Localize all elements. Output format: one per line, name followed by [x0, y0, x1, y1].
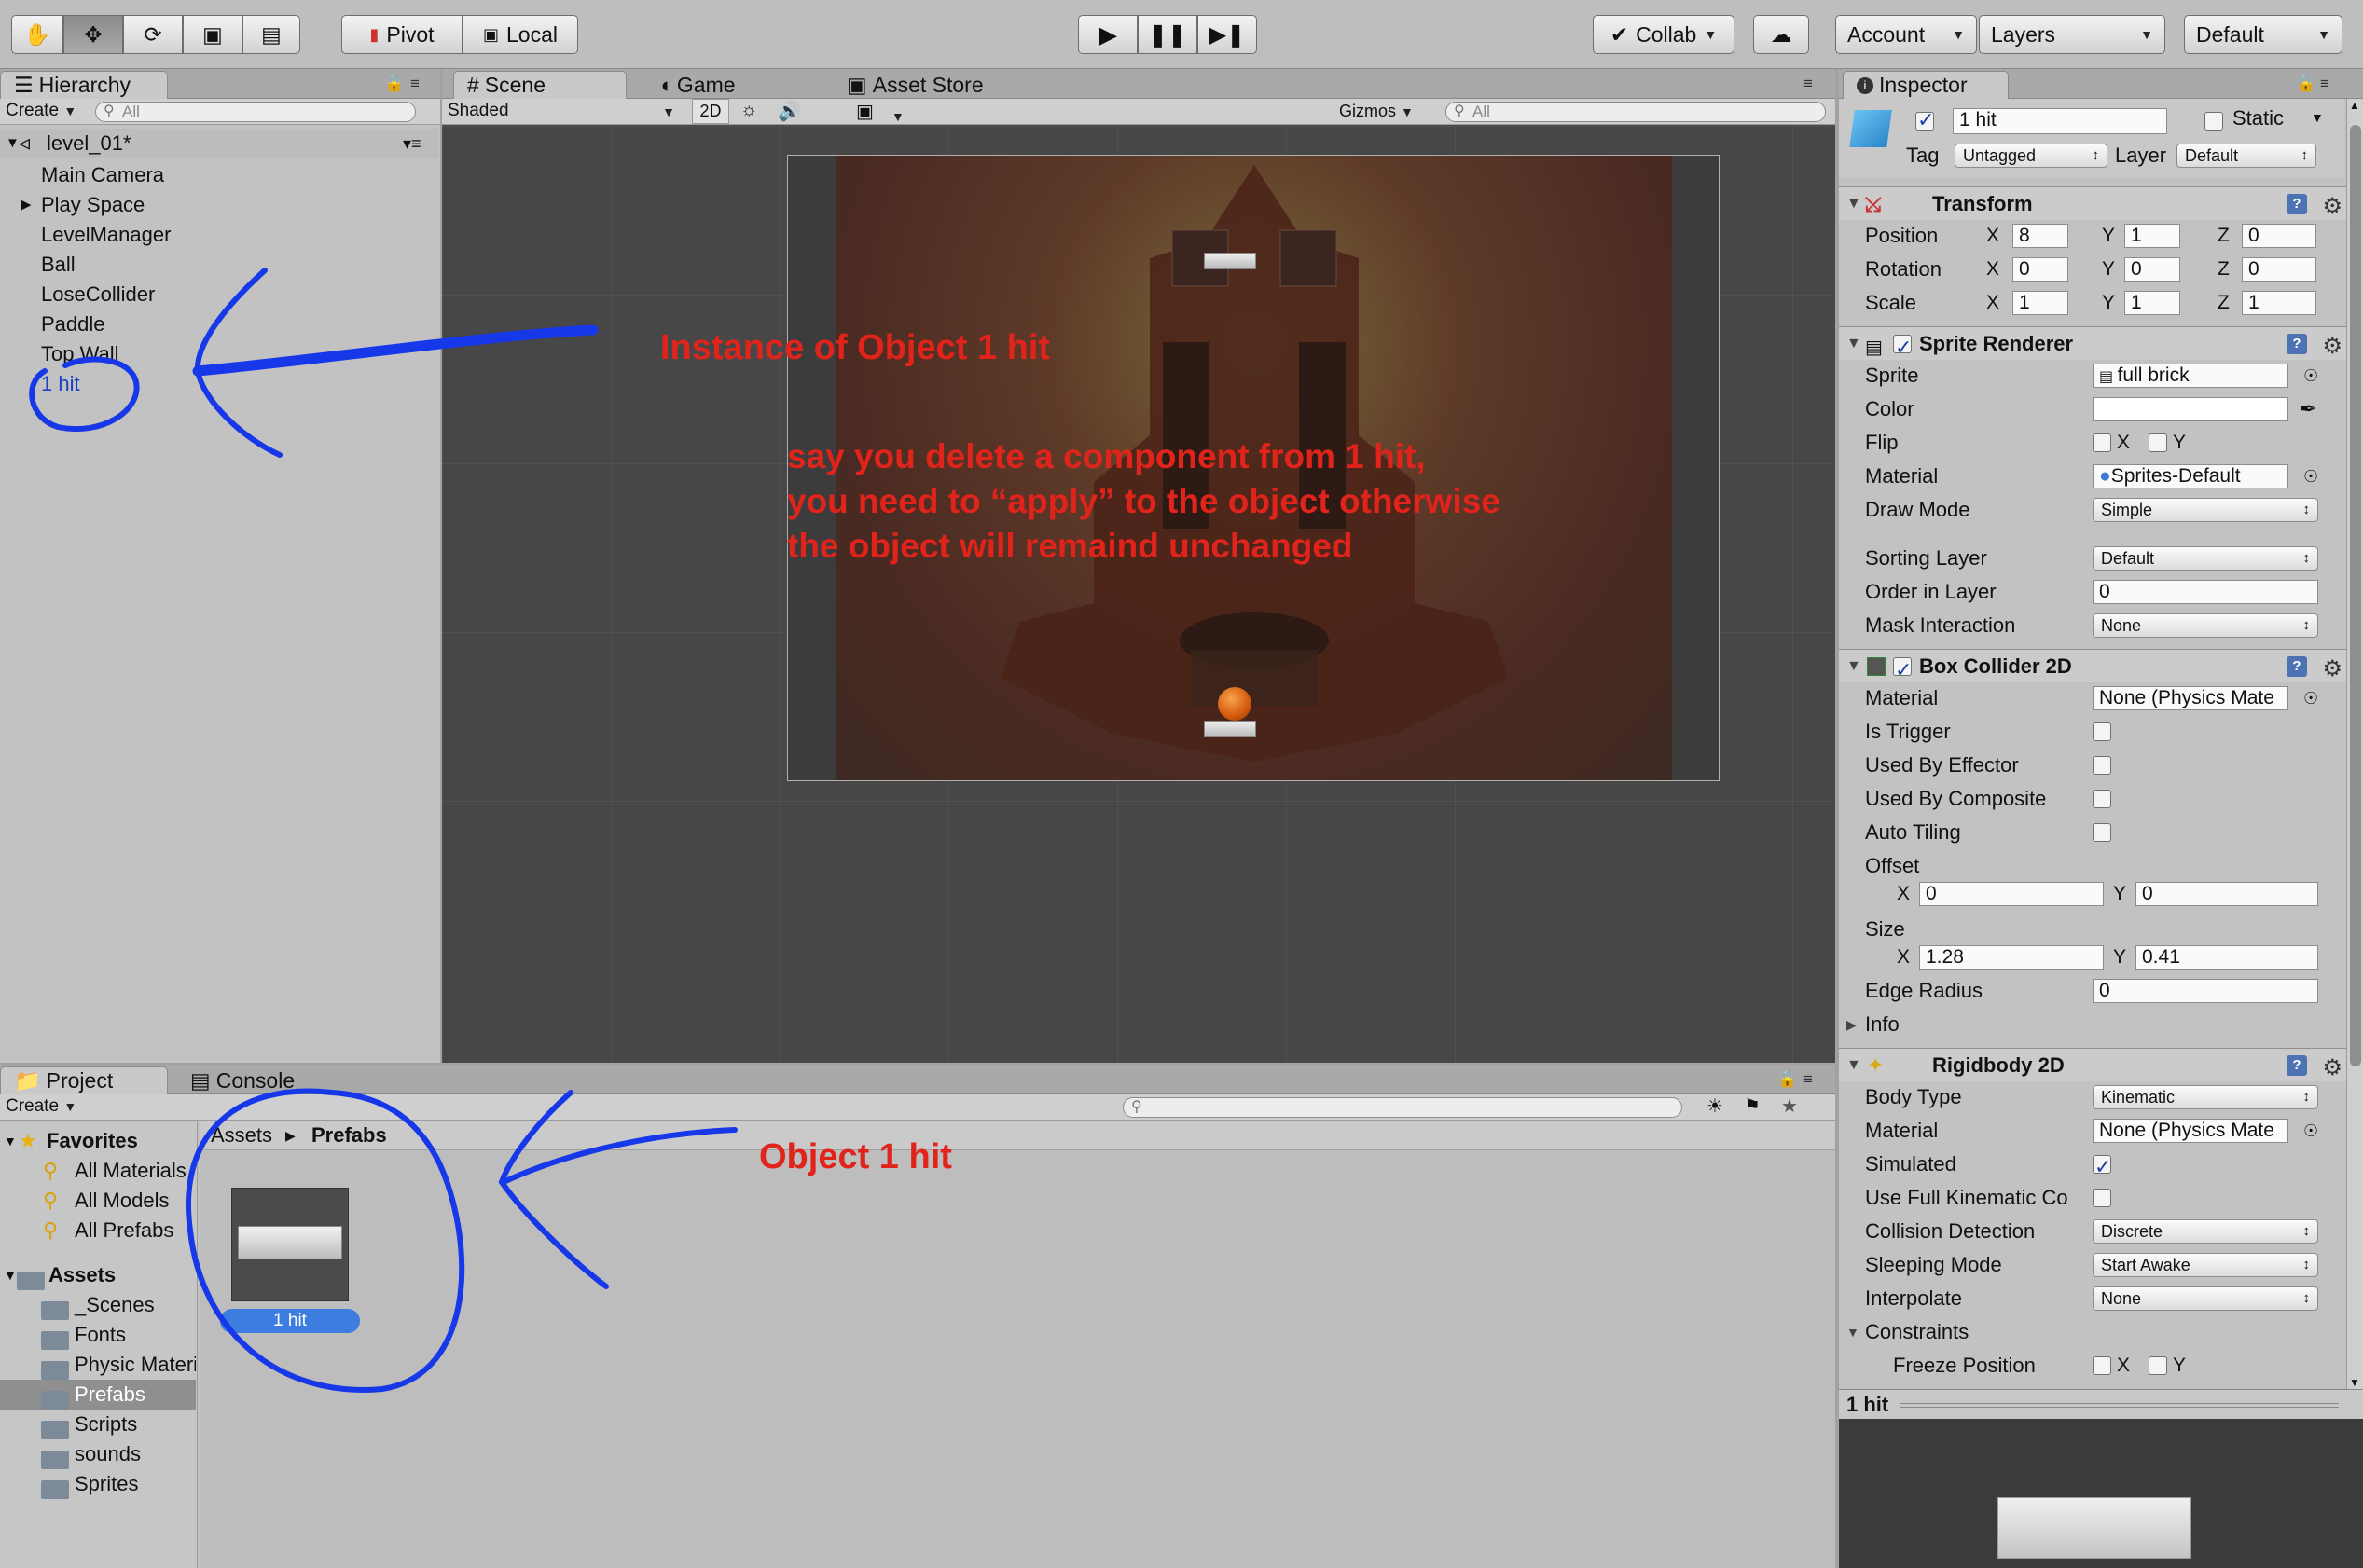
annotation-note-line: say you delete a component from 1 hit, — [787, 437, 1426, 475]
annotation-note-line: you need to “apply” to the object otherw… — [787, 482, 1500, 520]
annotation-strokes — [29, 268, 738, 1393]
annotation-note: say you delete a component from 1 hit, y… — [787, 434, 1500, 569]
annotation-instance: Instance of Object 1 hit — [660, 328, 1051, 367]
annotation-note-line: the object will remaind unchanged — [787, 527, 1353, 565]
annotation-object: Object 1 hit — [759, 1137, 952, 1176]
